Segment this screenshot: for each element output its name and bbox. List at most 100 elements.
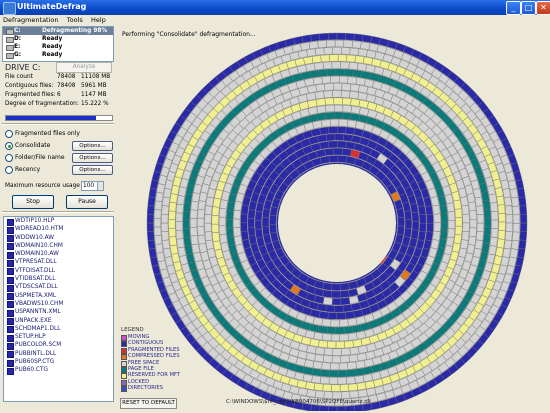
title-bar[interactable]: UltimateDefrag _ □ ✕ [0,0,550,15]
disk-block [432,230,441,241]
disk-block [318,69,328,77]
menu-tools[interactable]: Tools [64,15,86,25]
list-item[interactable]: WDDW10.AW [4,234,113,243]
radio-button[interactable] [5,130,13,138]
disk-block [343,325,354,334]
pause-button[interactable]: Pause [66,195,108,209]
list-item[interactable]: WDTIP10.HLP [4,217,113,226]
disk-block [154,235,163,245]
drive-row-d[interactable]: D: Ready [3,35,113,43]
disk-block [269,232,279,243]
folder-filename-options-button[interactable]: Options... [72,153,113,163]
list-item[interactable]: VTFDISAT.DLL [4,267,113,276]
drive-row-g[interactable]: G: Ready [3,51,113,59]
disk-block [345,376,356,385]
resource-usage-spinner[interactable] [97,181,104,191]
disk-block [350,112,361,122]
disk-block [316,303,327,312]
menu-help[interactable]: Help [88,15,109,25]
drive-list[interactable]: C: Defragmenting 98% D: Ready E: Ready G… [2,26,114,62]
list-item[interactable]: UNPACK.EXE [4,317,113,326]
disk-block [340,61,350,70]
disk-block [333,148,343,156]
disk-block [147,239,156,250]
disk-block [455,217,463,227]
list-item[interactable]: VTIDBSAT.DLL [4,275,113,284]
radio-button[interactable] [5,166,13,174]
disk-block [190,209,198,219]
folder-filename-option[interactable]: Folder/File name Options... [5,153,113,163]
disk-block [349,83,360,92]
left-panel: C: Defragmenting 98% D: Ready E: Ready G… [2,25,114,411]
fragmented-only-option[interactable]: Fragmented files only [5,129,113,139]
disk-block [344,340,354,349]
disk-block [182,219,190,229]
disk-block [446,202,455,213]
disk-block [519,222,528,233]
list-item[interactable]: WDREAD10.HTM [4,225,113,234]
list-item[interactable]: PUBBINTL.DLL [4,350,113,359]
list-item[interactable]: VTPRESAT.DLL [4,258,113,267]
disk-block [330,75,340,84]
close-button[interactable]: ✕ [536,1,550,15]
consolidate-option[interactable]: Consolidate Options... [5,141,113,151]
list-item[interactable]: WDMAIN10.CHM [4,242,113,251]
maximize-button[interactable]: □ [521,1,536,15]
recency-option[interactable]: Recency Options... [5,165,113,175]
list-item[interactable]: PUB60.CTG [4,366,113,375]
disk-block [154,209,162,219]
disk-block [333,97,343,105]
list-item[interactable]: VTDSCSAT.DLL [4,283,113,292]
disk-block [316,105,327,114]
list-item[interactable]: WDMAIN10.AW [4,250,113,259]
list-item[interactable]: USPANNTN.XML [4,308,113,317]
disk-block [326,326,336,335]
degree-row: Degree of fragmentation: 15.222 % [5,101,113,109]
consolidate-options-button[interactable]: Options... [72,141,113,151]
recency-options-button[interactable]: Options... [72,165,113,175]
disk-block [191,243,201,254]
disk-block [418,214,427,224]
analyze-button[interactable]: Analyze [56,62,112,73]
disk-block [168,201,177,212]
disk-block [322,282,333,291]
disk-block [404,210,412,221]
disk-block [342,104,353,113]
list-item[interactable]: PUB60SP.CTG [4,358,113,367]
file-list[interactable]: WDTIP10.HLP WDREAD10.HTM WDDW10.AW WDMAIN10… [3,216,114,402]
list-item[interactable]: USPMETA.XML [4,292,113,301]
disk-block [346,369,356,377]
disk-map-panel: Performing "Consolidate" defragmentation… [116,25,548,411]
reset-to-default-button[interactable]: RESET TO DEFAULT [120,398,177,409]
disk-block [445,236,455,247]
list-item[interactable]: SETUP.HLP [4,333,113,342]
disk-block [305,381,316,391]
drive-row-c[interactable]: C: Defragmenting 98% [3,27,113,35]
radio-button[interactable] [5,142,13,150]
disk-block [350,105,361,115]
disk-block [197,208,205,219]
disk-block [440,222,449,232]
disk-block [352,309,364,319]
list-item[interactable]: VBADWS10.CHM [4,300,113,309]
drive-status: Defragmenting 98% [42,28,108,34]
resource-usage-input[interactable]: 100 [81,181,98,191]
disk-block [204,205,213,215]
minimize-button[interactable]: _ [506,1,521,15]
disk-block [338,54,348,62]
radio-button[interactable] [5,154,13,162]
list-item[interactable]: SCHDMAP1.DLL [4,325,113,334]
list-item[interactable]: PUBCOLOR.SCM [4,341,113,350]
drive-icon [6,53,14,59]
stop-button[interactable]: Stop [12,195,54,209]
disk-block [322,383,332,392]
disk-block [417,231,426,242]
drive-row-e[interactable]: E: Ready [3,43,113,51]
menu-bar: Defragmentation Tools Help [0,15,550,25]
disk-block [468,235,477,246]
menu-defragmentation[interactable]: Defragmentation [0,15,62,25]
disk-block [161,231,170,241]
disk-block [177,186,187,197]
disk-block [193,251,203,263]
disk-block [219,233,228,244]
